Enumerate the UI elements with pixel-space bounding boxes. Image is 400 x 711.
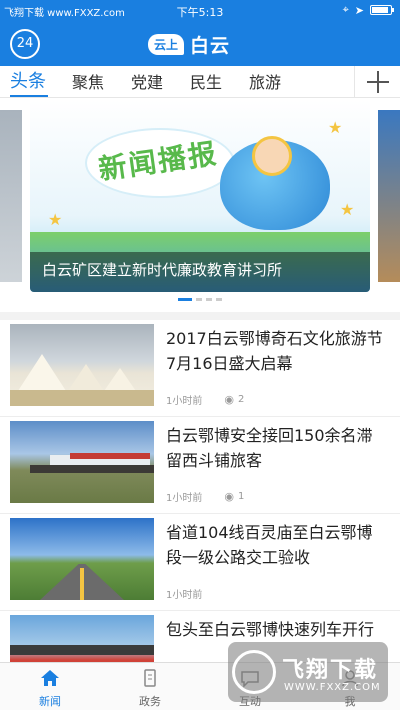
watermark-logo bbox=[232, 650, 276, 694]
watermark-url: WWW.FXXZ.COM bbox=[284, 682, 381, 693]
page-dot[interactable] bbox=[216, 298, 222, 301]
tab-headlines[interactable]: 头条 bbox=[10, 67, 46, 93]
navigation-icon: ➤ bbox=[354, 3, 364, 17]
featured-carousel[interactable]: 新闻播报 ★ ★ ★ 白云矿区建立新时代廉政教育讲习所 bbox=[0, 98, 400, 312]
section-divider bbox=[0, 312, 400, 320]
news-item[interactable]: 2017白云鄂博奇石文化旅游节7月16日盛大启幕 1小时前 ◉ 2 bbox=[0, 320, 400, 417]
news-item[interactable]: 省道104线百灵庙至白云鄂博段一级公路交工验收 1小时前 bbox=[0, 514, 400, 611]
clock: 下午5:13 bbox=[176, 6, 224, 19]
home-icon bbox=[41, 670, 59, 686]
weather-badge[interactable]: 24 bbox=[10, 29, 40, 59]
news-meta: 1小时前 bbox=[166, 586, 202, 601]
news-time: 1小时前 bbox=[166, 493, 203, 504]
tab-focus[interactable]: 聚焦 bbox=[72, 69, 104, 93]
news-item[interactable]: 白云鄂博安全接回150余名滞留西斗铺旅客 1小时前 ◉ 1 bbox=[0, 417, 400, 514]
page-dot[interactable] bbox=[196, 298, 202, 301]
prev-slide-peek[interactable] bbox=[0, 110, 22, 282]
news-title: 包头至白云鄂博快速列车开行 bbox=[166, 620, 375, 639]
star-icon: ★ bbox=[328, 118, 343, 137]
page-dot[interactable] bbox=[206, 298, 212, 301]
slide-caption: 白云矿区建立新时代廉政教育讲习所 bbox=[42, 261, 283, 279]
news-views: 1 bbox=[237, 491, 245, 502]
logo-name: 白云 bbox=[190, 34, 231, 57]
app-header: 24 云上 白云 bbox=[0, 22, 400, 66]
news-time: 1小时前 bbox=[166, 396, 203, 407]
app-logo: 云上 白云 bbox=[148, 31, 230, 57]
add-category-button[interactable] bbox=[354, 66, 400, 98]
star-icon: ★ bbox=[340, 200, 355, 219]
eye-icon: ◉ bbox=[224, 393, 234, 406]
next-slide-peek[interactable] bbox=[378, 110, 400, 282]
status-icons: ⌖ ➤ bbox=[342, 3, 394, 17]
news-thumbnail bbox=[10, 421, 154, 503]
featured-slide[interactable]: 新闻播报 ★ ★ ★ 白云矿区建立新时代廉政教育讲习所 bbox=[30, 100, 370, 292]
tabbar-news[interactable]: 新闻 bbox=[0, 663, 100, 711]
news-thumbnail bbox=[10, 324, 154, 406]
news-title: 白云鄂博安全接回150余名滞留西斗铺旅客 bbox=[166, 426, 373, 470]
logo-mark: 云上 bbox=[148, 33, 185, 55]
tabbar-government[interactable]: 政务 bbox=[100, 663, 200, 711]
news-time: 1小时前 bbox=[166, 590, 203, 601]
watermark: 飞翔下载 WWW.FXXZ.COM bbox=[228, 642, 388, 702]
watermark-text: 飞翔下载 bbox=[282, 658, 379, 683]
news-meta: 1小时前 ◉ 2 bbox=[166, 392, 244, 407]
star-icon: ★ bbox=[48, 210, 63, 229]
carousel-pagination bbox=[0, 298, 400, 301]
news-title: 2017白云鄂博奇石文化旅游节7月16日盛大启幕 bbox=[166, 329, 383, 373]
battery-icon bbox=[370, 5, 394, 15]
news-thumbnail bbox=[10, 518, 154, 600]
eye-icon: ◉ bbox=[224, 490, 234, 503]
category-tabs: 头条 聚焦 党建 民生 旅游 bbox=[0, 66, 400, 98]
location-icon: ⌖ bbox=[342, 3, 349, 16]
status-bar: 飞翔下载 www.FXXZ.com 下午5:13 ⌖ ➤ bbox=[0, 0, 400, 22]
tab-travel[interactable]: 旅游 bbox=[249, 69, 281, 93]
document-icon bbox=[144, 669, 156, 687]
news-meta: 1小时前 ◉ 1 bbox=[166, 489, 244, 504]
tab-livelihood[interactable]: 民生 bbox=[190, 69, 222, 93]
active-tab-indicator bbox=[10, 95, 48, 97]
tabbar-label: 新闻 bbox=[39, 695, 61, 708]
tabbar-label: 政务 bbox=[139, 695, 161, 708]
kid-illustration bbox=[252, 136, 292, 176]
news-title: 省道104线百灵庙至白云鄂博段一级公路交工验收 bbox=[166, 523, 373, 567]
page-dot[interactable] bbox=[178, 298, 192, 301]
tab-party[interactable]: 党建 bbox=[131, 69, 163, 93]
news-views: 2 bbox=[237, 394, 245, 405]
